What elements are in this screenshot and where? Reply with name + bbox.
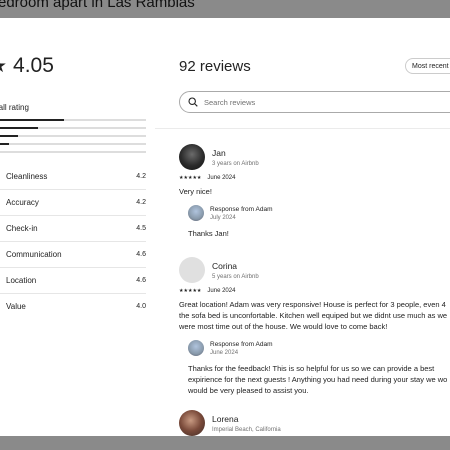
avatar[interactable] (179, 257, 205, 283)
category-label: Communication (6, 250, 62, 259)
rating-bar-fill (0, 119, 65, 121)
rating-bar (0, 127, 146, 129)
search-icon (188, 97, 198, 107)
category-label: Check-in (6, 224, 38, 233)
response-date: July 2024 (210, 214, 236, 221)
rating-bar (0, 135, 146, 137)
overall-rating-label: rall rating (0, 103, 29, 112)
review-stars: ★★★★★ (179, 175, 202, 181)
review-item: Corina 5 years on Airbnb ★★★★★ June 2024… (179, 257, 450, 396)
rating-bar-fill (0, 143, 9, 145)
avatar[interactable] (179, 410, 205, 436)
reviewer-name: Jan (212, 147, 226, 158)
reviewer-subtitle: Imperial Beach, California (212, 426, 281, 433)
response-text: Thanks for the feedback! This is so help… (188, 364, 448, 395)
category-score: 4.6 (136, 251, 146, 258)
reviewer-subtitle: 5 years on Airbnb (212, 273, 259, 280)
category-ratings: Cleanliness 4.2 Accuracy 4.2 Check-in 4.… (0, 163, 146, 319)
category-label: Accuracy (6, 198, 39, 207)
review-stars: ★★★★★ (179, 288, 202, 294)
category-score: 4.0 (136, 303, 146, 310)
host-avatar (188, 340, 204, 356)
star-icon: ★ (0, 55, 7, 78)
rating-value: 4.05 (13, 54, 54, 77)
response-text: Thanks Jan! (188, 229, 229, 238)
category-row-location: Location 4.6 (0, 267, 146, 293)
reviewer-name: Lorena (212, 413, 239, 424)
reviewer-subtitle: 3 years on Airbnb (212, 160, 259, 167)
category-score: 4.2 (136, 199, 146, 206)
rating-distribution (0, 119, 146, 159)
reviews-count-title: 92 reviews (179, 58, 251, 75)
review-date: June 2024 (207, 175, 236, 181)
review-text: Great location! Adam was very responsive… (179, 300, 448, 331)
search-reviews-input[interactable] (204, 97, 404, 107)
category-label: Value (6, 302, 26, 311)
rating-bar-fill (0, 135, 18, 137)
response-title: Response from Adam (210, 340, 273, 348)
rating-bar (0, 119, 146, 121)
category-row-communication: Communication 4.6 (0, 241, 146, 267)
overall-rating: ★ 4.05 (0, 54, 54, 78)
category-score: 4.5 (136, 225, 146, 232)
rating-bar-fill (0, 127, 38, 129)
response-date: June 2024 (210, 349, 239, 356)
reviews-modal: ★ 4.05 rall rating Cleanliness 4.2 Accur… (0, 18, 450, 436)
review-item: Jan 3 years on Airbnb ★★★★★ June 2024 Ve… (179, 144, 450, 239)
category-row-cleanliness: Cleanliness 4.2 (0, 163, 146, 189)
category-row-value: Value 4.0 (0, 293, 146, 319)
avatar[interactable] (179, 144, 205, 170)
category-score: 4.2 (136, 172, 146, 180)
category-label: Cleanliness (6, 171, 48, 181)
rating-bar (0, 151, 146, 153)
category-label: Location (6, 276, 37, 285)
rating-bar (0, 143, 146, 145)
host-response: Response from Adam June 2024 (188, 340, 450, 356)
header-divider (155, 128, 450, 129)
search-reviews-box[interactable] (179, 91, 450, 113)
category-row-checkin: Check-in 4.5 (0, 215, 146, 241)
response-title: Response from Adam (210, 205, 273, 213)
sort-dropdown-button[interactable]: Most recent (405, 58, 450, 74)
category-row-accuracy: Accuracy 4.2 (0, 189, 146, 215)
host-response: Response from Adam July 2024 (188, 205, 450, 221)
host-avatar (188, 205, 204, 221)
reviewer-name: Corina (212, 260, 238, 271)
review-text: Very nice! (179, 187, 212, 196)
listing-title: edroom apart in Las Ramblas (0, 0, 195, 11)
review-item: Lorena Imperial Beach, California (179, 410, 450, 436)
backdrop-bottom (0, 436, 450, 450)
review-date: June 2024 (207, 288, 236, 294)
category-score: 4.6 (136, 277, 146, 284)
